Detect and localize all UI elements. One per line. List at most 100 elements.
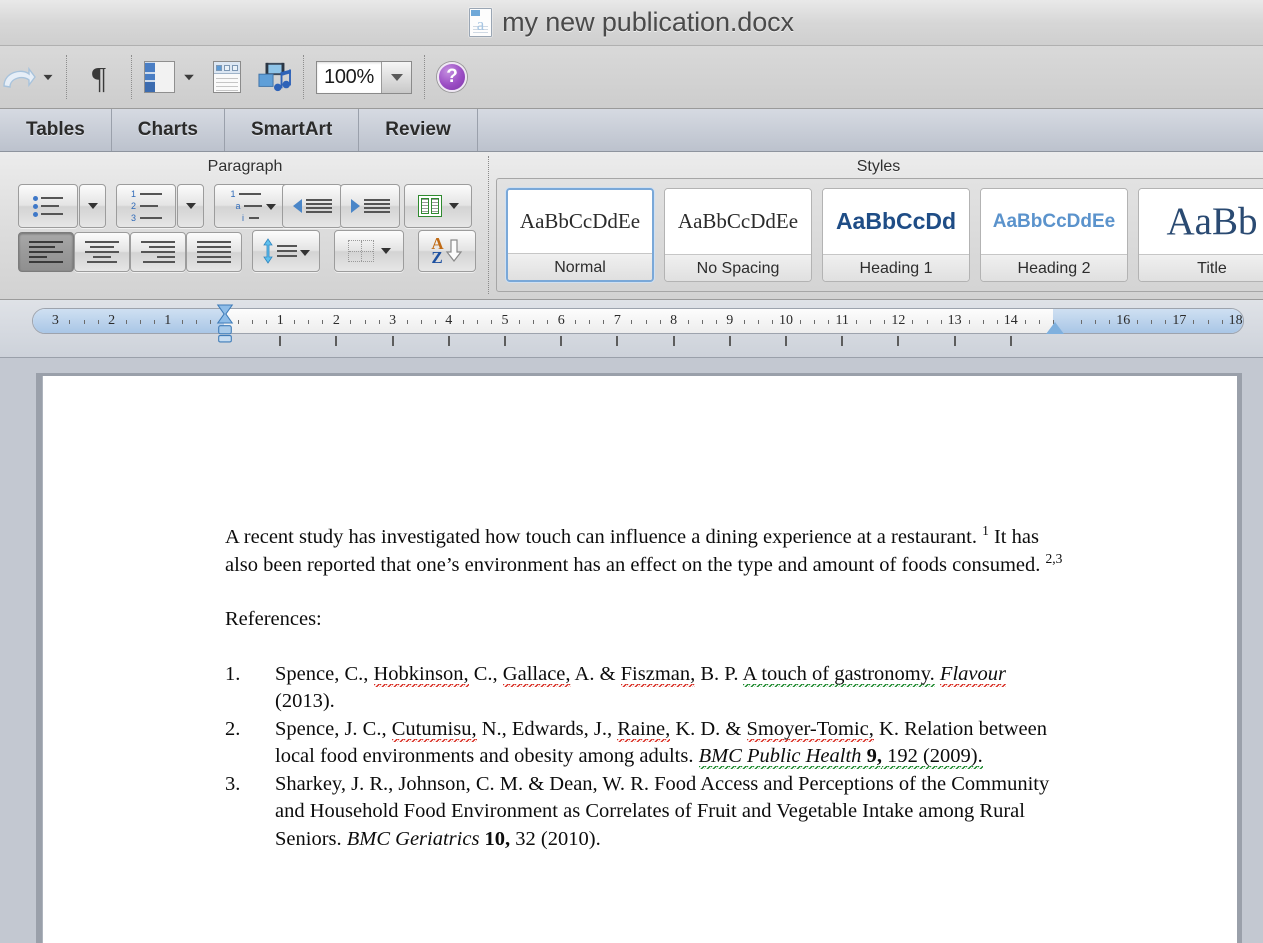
tab-review[interactable]: Review bbox=[359, 109, 478, 151]
navigation-pane-icon[interactable] bbox=[144, 61, 175, 93]
ruler-number: 18 bbox=[1228, 313, 1243, 328]
tab-stop-marker[interactable] bbox=[391, 336, 394, 346]
ruler-number: 1 bbox=[276, 313, 284, 328]
align-right-icon bbox=[141, 241, 175, 263]
tab-stop-marker[interactable] bbox=[953, 336, 956, 346]
multilevel-list-button[interactable]: 1 a i bbox=[214, 184, 292, 228]
numbered-list-dropdown[interactable] bbox=[177, 184, 204, 228]
ruler-minor-tick bbox=[884, 320, 886, 324]
increase-indent-button[interactable] bbox=[340, 184, 400, 228]
zoom-dropdown-icon[interactable] bbox=[381, 61, 411, 93]
ruler-minor-tick bbox=[603, 320, 605, 324]
ruler-number: 17 bbox=[1172, 313, 1187, 328]
styles-group-title: Styles bbox=[856, 158, 901, 175]
ruler-minor-tick bbox=[364, 320, 366, 324]
redo-dropdown-icon[interactable] bbox=[43, 74, 53, 80]
tab-stop-marker[interactable] bbox=[1009, 336, 1012, 346]
chevron-down-icon bbox=[448, 203, 459, 209]
redo-group bbox=[0, 46, 54, 108]
decrease-indent-button[interactable] bbox=[282, 184, 342, 228]
media-browser-icon[interactable] bbox=[257, 61, 291, 93]
shading-button[interactable] bbox=[334, 230, 404, 272]
style-preview-title: AaBb bbox=[1139, 189, 1263, 254]
ruler-minor-tick bbox=[420, 320, 422, 324]
toolbar-divider bbox=[303, 55, 304, 99]
tab-stop-marker[interactable] bbox=[672, 336, 675, 346]
style-tile-heading-1[interactable]: AaBbCcDd Heading 1 bbox=[822, 188, 970, 282]
ruler-tab-stops[interactable] bbox=[32, 336, 1244, 348]
bulleted-list-dropdown[interactable] bbox=[79, 184, 106, 228]
style-tile-no-spacing[interactable]: AaBbCcDdEe No Spacing bbox=[664, 188, 812, 282]
style-tile-title[interactable]: AaBb Title bbox=[1138, 188, 1263, 282]
reference-list: 1. Spence, C., Hobkinson, C., Gallace, A… bbox=[225, 661, 1065, 854]
ruler-minor-tick bbox=[97, 320, 99, 324]
bulleted-list-button[interactable] bbox=[18, 184, 78, 228]
ruler-minor-tick bbox=[757, 320, 759, 324]
columns-button[interactable] bbox=[404, 184, 472, 228]
reference-text-3: Sharkey, J. R., Johnson, C. M. & Dean, W… bbox=[275, 772, 1050, 850]
ruler-minor-tick bbox=[83, 320, 85, 324]
ruler-band: 3 2 1 1 2 3 4 5 6 7 8 9 10 11 12 13 14 16 17 18 bbox=[0, 300, 1263, 358]
align-left-icon bbox=[29, 241, 63, 263]
ruler-minor-tick bbox=[350, 320, 352, 324]
tab-stop-marker[interactable] bbox=[841, 336, 844, 346]
ribbon: Paragraph 1 2 3 1 a i A Z Styles AaBbCcD… bbox=[0, 152, 1263, 300]
right-indent-marker[interactable] bbox=[1046, 322, 1064, 334]
ruler-number: 7 bbox=[613, 313, 621, 328]
justify-icon bbox=[197, 241, 231, 263]
sort-button[interactable]: AZ bbox=[418, 230, 476, 272]
toolbar-divider bbox=[66, 55, 67, 99]
window-title: my new publication.docx bbox=[502, 7, 794, 37]
help-icon[interactable]: ? bbox=[437, 62, 467, 92]
ruler-minor-tick bbox=[982, 320, 984, 324]
tab-stop-marker[interactable] bbox=[560, 336, 563, 346]
ruler-minor-tick bbox=[1137, 320, 1139, 324]
tab-stop-marker[interactable] bbox=[279, 336, 282, 346]
ruler-number: 9 bbox=[726, 313, 734, 328]
style-preview-heading-1: AaBbCcDd bbox=[823, 189, 969, 254]
tab-tables[interactable]: Tables bbox=[0, 109, 112, 151]
tab-stop-marker[interactable] bbox=[335, 336, 338, 346]
document-text[interactable]: A recent study has investigated how touc… bbox=[225, 524, 1065, 853]
tab-smartart[interactable]: SmartArt bbox=[225, 109, 360, 151]
tab-stop-marker[interactable] bbox=[616, 336, 619, 346]
document-page[interactable]: A recent study has investigated how touc… bbox=[42, 376, 1237, 943]
tab-stop-marker[interactable] bbox=[897, 336, 900, 346]
ruler-minor-tick bbox=[1151, 320, 1153, 324]
title-wrap: a my new publication.docx bbox=[469, 7, 794, 38]
ruler-minor-tick bbox=[1207, 320, 1209, 324]
ruler-number: 3 bbox=[51, 313, 59, 328]
style-tile-heading-2[interactable]: AaBbCcDdEe Heading 2 bbox=[980, 188, 1128, 282]
ruler-minor-tick bbox=[659, 320, 661, 324]
align-center-button[interactable] bbox=[74, 232, 130, 272]
align-right-button[interactable] bbox=[130, 232, 186, 272]
tab-charts[interactable]: Charts bbox=[112, 109, 225, 151]
line-spacing-button[interactable] bbox=[252, 230, 320, 272]
styles-gallery[interactable]: AaBbCcDdEe Normal AaBbCcDdEe No Spacing … bbox=[496, 178, 1263, 292]
ruler-number: 8 bbox=[670, 313, 678, 328]
ruler-minor-tick bbox=[996, 320, 998, 324]
first-line-indent-marker[interactable] bbox=[216, 302, 234, 344]
body-paragraph-1: A recent study has investigated how touc… bbox=[225, 524, 1065, 579]
zoom-input[interactable]: 100% bbox=[316, 60, 412, 94]
ruler-minor-tick bbox=[322, 320, 324, 324]
word-window: a my new publication.docx ¶ 100% ? Table… bbox=[0, 0, 1263, 943]
pilcrow-icon[interactable]: ¶ bbox=[79, 62, 119, 93]
ruler-minor-tick bbox=[800, 320, 802, 324]
ruler-minor-tick bbox=[238, 320, 240, 324]
justify-button[interactable] bbox=[186, 232, 242, 272]
style-tile-normal[interactable]: AaBbCcDdEe Normal bbox=[506, 188, 654, 282]
tab-stop-marker[interactable] bbox=[728, 336, 731, 346]
notebook-icon[interactable] bbox=[213, 61, 241, 93]
navigation-pane-dropdown-icon[interactable] bbox=[184, 74, 194, 80]
redo-arrow-icon[interactable] bbox=[0, 60, 36, 94]
align-left-button[interactable] bbox=[18, 232, 74, 272]
tab-stop-marker[interactable] bbox=[447, 336, 450, 346]
ruler-minor-tick bbox=[870, 320, 872, 324]
tab-stop-marker[interactable] bbox=[504, 336, 506, 346]
ruler-number: 5 bbox=[501, 313, 509, 328]
tab-stop-marker[interactable] bbox=[785, 336, 787, 346]
numbered-list-button[interactable]: 1 2 3 bbox=[116, 184, 176, 228]
ruler-minor-tick bbox=[645, 320, 647, 324]
ruler-minor-tick bbox=[701, 320, 703, 324]
